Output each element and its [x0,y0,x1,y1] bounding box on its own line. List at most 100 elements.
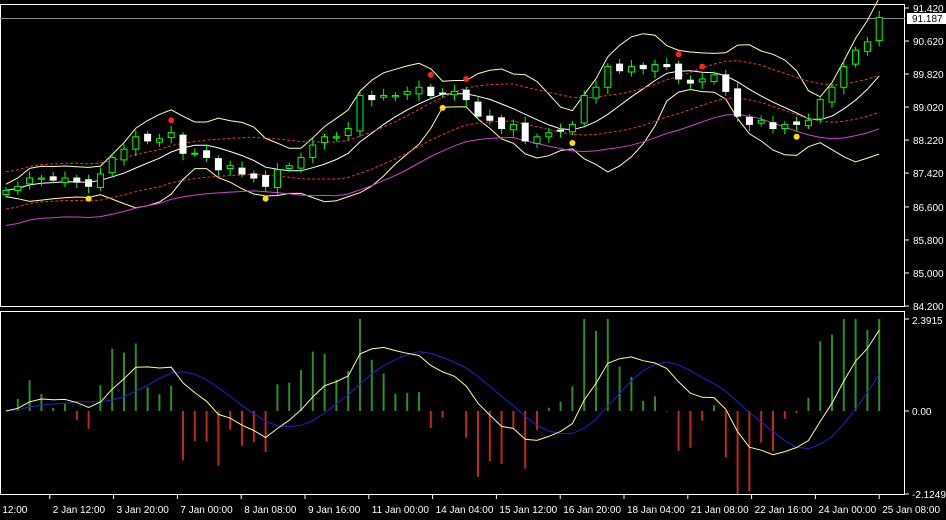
candle [734,88,742,117]
candle [37,177,45,180]
candle [745,116,753,125]
candle [793,121,801,125]
indicator-tick-label: 2.3915 [912,316,943,327]
candle [450,90,458,96]
time-tick-label: 21 Jan 08:00 [691,505,749,516]
trading-chart[interactable]: 91.42090.62089.82089.02088.22087.42086.6… [0,0,946,520]
time-tick-label: 22 Jan 16:00 [755,505,813,516]
candle [863,41,871,52]
candle [627,66,635,73]
candle [332,136,340,139]
candle [663,64,671,68]
candle [309,144,317,158]
candle [580,95,588,124]
candle [179,134,187,154]
candle [2,189,10,196]
candle [852,49,860,65]
candle [462,89,470,101]
time-tick-label: 9 Jan 16:00 [308,505,361,516]
candle [120,148,128,161]
candle [509,123,517,131]
candle [273,169,281,189]
candle [73,177,81,183]
candle [26,177,34,185]
candle [144,133,152,142]
candle [380,95,388,98]
price-tick-label: 90.620 [913,37,944,48]
candle [639,64,647,70]
candle [710,74,718,82]
candle [616,63,624,72]
time-tick-label: ec 12:00 [0,505,28,516]
price-tick-label: 85.000 [913,269,944,280]
price-tick-label: 86.600 [913,203,944,214]
candle [427,86,435,97]
candle [391,95,399,98]
candle [238,167,246,175]
current-price-label: 91.187 [912,14,943,25]
candle [49,176,57,181]
candle [875,16,883,42]
candle [226,165,234,170]
candle [132,136,140,150]
candle [297,156,305,169]
time-tick-label: 3 Jan 20:00 [117,505,170,516]
signal-line [5,351,880,450]
candle [250,173,258,179]
candle [781,123,789,130]
candle [769,122,777,130]
sell-signal-dot [699,63,706,70]
price-tick-label: 88.220 [913,136,944,147]
candle [155,138,163,143]
candle [533,136,541,144]
candle [61,177,69,184]
time-tick-label: 11 Jan 00:00 [372,505,430,516]
candle [592,86,600,99]
time-tick-label: 15 Jan 12:00 [499,505,557,516]
candle [167,132,175,139]
candle [108,156,116,174]
candle [828,86,836,103]
time-tick-label: 8 Jan 08:00 [244,505,297,516]
indicator-tick-label: -2.1249 [912,490,946,501]
buy-signal-dot [439,104,446,111]
candle [439,92,447,95]
time-tick-label: 25 Jan 08:00 [882,505,940,516]
time-tick-label: 24 Jan 00:00 [818,505,876,516]
buy-signal-dot [262,195,269,202]
candle [757,119,765,124]
envelope-lower-line [5,97,880,210]
candle [840,66,848,88]
price-tick-label: 85.800 [913,236,944,247]
buy-signal-dot [793,133,800,140]
price-tick-label: 87.420 [913,169,944,180]
candle [568,123,576,133]
buy-signal-dot [85,195,92,202]
candle [651,64,659,72]
candle [545,132,553,138]
candle [203,150,211,158]
buy-signal-dot [569,139,576,146]
price-tick-label: 84.200 [913,302,944,313]
time-tick-label: 18 Jan 04:00 [627,505,685,516]
indicator-tick-label: 0.00 [912,407,932,418]
sell-signal-dot [463,75,470,82]
candle [262,175,270,187]
candle [557,129,565,132]
candle [403,90,411,95]
candle [698,78,706,83]
candle [356,95,364,132]
candle [368,95,376,101]
time-tick-label: 2 Jan 12:00 [53,505,106,516]
time-tick-label: 14 Jan 04:00 [436,505,494,516]
time-tick-label: 16 Jan 20:00 [563,505,621,516]
candle [14,185,22,191]
candle [474,101,482,117]
candle [191,152,199,155]
lower-trend-line [5,113,880,226]
sell-signal-dot [168,117,175,124]
price-tick-label: 89.020 [913,103,944,114]
candle [415,86,423,95]
candle [85,179,93,187]
candle [498,117,506,130]
